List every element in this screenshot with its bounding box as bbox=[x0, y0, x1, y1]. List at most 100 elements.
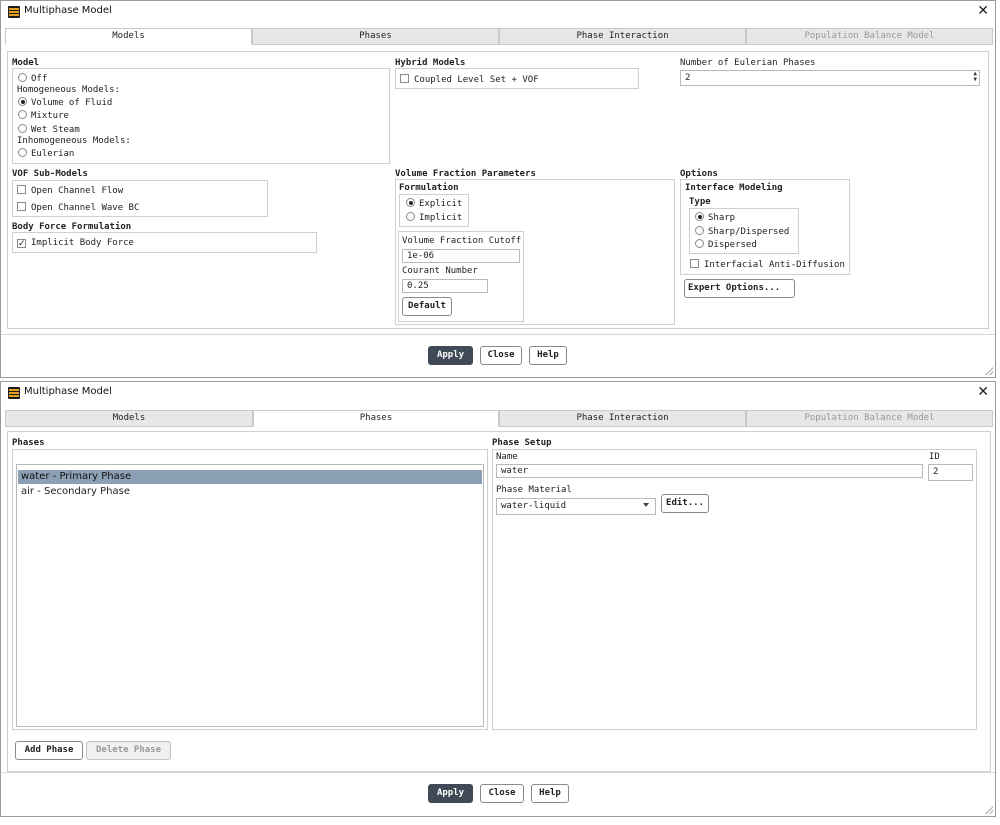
sharp-radio[interactable]: Sharp bbox=[695, 212, 735, 223]
radio-icon bbox=[18, 148, 27, 157]
phases-heading: Phases bbox=[12, 438, 45, 448]
tab-bar: Models Phases Phase Interaction Populati… bbox=[5, 28, 993, 45]
radio-selected-icon bbox=[18, 97, 27, 106]
inhomogeneous-heading: Inhomogeneous Models: bbox=[17, 136, 131, 146]
homogeneous-heading: Homogeneous Models: bbox=[17, 85, 120, 95]
checkbox-icon bbox=[400, 74, 409, 83]
name-input[interactable]: water bbox=[496, 464, 923, 478]
dispersed-radio[interactable]: Dispersed bbox=[695, 239, 757, 250]
anti-diffusion-label: Interfacial Anti-Diffusion bbox=[704, 260, 845, 270]
radio-icon bbox=[18, 73, 27, 82]
type-heading: Type bbox=[689, 197, 711, 207]
close-icon[interactable]: ✕ bbox=[977, 3, 989, 19]
spinner-arrows-icon[interactable]: ▲ ▼ bbox=[973, 71, 977, 83]
list-item[interactable]: water - Primary Phase bbox=[18, 470, 482, 484]
tab-phases[interactable]: Phases bbox=[253, 410, 499, 427]
help-button[interactable]: Help bbox=[531, 784, 569, 803]
resize-grip-icon[interactable] bbox=[985, 367, 993, 375]
radio-icon bbox=[695, 226, 704, 235]
help-button[interactable]: Help bbox=[529, 346, 567, 365]
vfp-heading: Volume Fraction Parameters bbox=[395, 169, 536, 179]
explicit-label: Explicit bbox=[419, 199, 463, 209]
cutoff-label: Volume Fraction Cutoff bbox=[402, 236, 522, 246]
open-channel-flow-label: Open Channel Flow bbox=[31, 186, 124, 196]
phase-list[interactable]: water - Primary Phase air - Secondary Ph… bbox=[16, 464, 484, 727]
multiphase-dialog-models: Multiphase Model ✕ Models Phases Phase I… bbox=[0, 0, 996, 378]
model-vof-radio[interactable]: Volume of Fluid bbox=[18, 97, 112, 108]
formulation-heading: Formulation bbox=[399, 183, 459, 193]
explicit-radio[interactable]: Explicit bbox=[406, 198, 462, 209]
tab-models[interactable]: Models bbox=[5, 28, 252, 45]
implicit-body-force-checkbox[interactable]: ✓ Implicit Body Force bbox=[17, 238, 134, 249]
phase-material-select[interactable]: water-liquid bbox=[496, 498, 656, 515]
list-item[interactable]: air - Secondary Phase bbox=[18, 485, 482, 499]
coupled-level-set-label: Coupled Level Set + VOF bbox=[414, 75, 539, 85]
dropdown-arrow-icon bbox=[643, 503, 649, 507]
model-off-radio[interactable]: Off bbox=[18, 73, 47, 84]
cutoff-input[interactable]: 1e-06 bbox=[402, 249, 520, 263]
radio-icon bbox=[18, 124, 27, 133]
phase-setup-heading: Phase Setup bbox=[492, 438, 552, 448]
close-button[interactable]: Close bbox=[480, 784, 524, 803]
id-input[interactable]: 2 bbox=[928, 464, 973, 481]
radio-icon bbox=[18, 110, 27, 119]
resize-grip-icon[interactable] bbox=[985, 806, 993, 814]
add-phase-button[interactable]: Add Phase bbox=[15, 741, 83, 760]
anti-diffusion-checkbox[interactable]: Interfacial Anti-Diffusion bbox=[690, 259, 845, 270]
default-button[interactable]: Default bbox=[402, 297, 452, 316]
close-icon[interactable]: ✕ bbox=[977, 384, 989, 400]
coupled-level-set-checkbox[interactable]: Coupled Level Set + VOF bbox=[400, 74, 539, 85]
multiphase-dialog-phases: Multiphase Model ✕ Models Phases Phase I… bbox=[0, 381, 996, 817]
courant-input[interactable]: 0.25 bbox=[402, 279, 488, 293]
tab-population-balance-model: Population Balance Model bbox=[746, 410, 993, 427]
radio-selected-icon bbox=[406, 198, 415, 207]
open-channel-wave-bc-checkbox[interactable]: Open Channel Wave BC bbox=[17, 202, 139, 213]
name-label: Name bbox=[496, 452, 518, 462]
title-bar: Multiphase Model ✕ bbox=[1, 1, 995, 23]
open-channel-flow-checkbox[interactable]: Open Channel Flow bbox=[17, 185, 123, 196]
edit-material-button[interactable]: Edit... bbox=[661, 494, 709, 513]
model-eulerian-label: Eulerian bbox=[31, 149, 75, 159]
model-vof-label: Volume of Fluid bbox=[31, 98, 113, 108]
vof-submodels-heading: VOF Sub-Models bbox=[12, 169, 88, 179]
radio-selected-icon bbox=[695, 212, 704, 221]
open-channel-wave-bc-label: Open Channel Wave BC bbox=[31, 203, 140, 213]
model-mixture-radio[interactable]: Mixture bbox=[18, 110, 69, 121]
phase-material-value: water-liquid bbox=[501, 501, 567, 511]
sharp-dispersed-label: Sharp/Dispersed bbox=[708, 227, 790, 237]
courant-label: Courant Number bbox=[402, 266, 478, 276]
window-title: Multiphase Model bbox=[24, 386, 112, 397]
model-wet-steam-label: Wet Steam bbox=[31, 125, 80, 135]
checkbox-icon bbox=[17, 202, 26, 211]
interface-modeling-heading: Interface Modeling bbox=[685, 183, 783, 193]
tab-phase-interaction[interactable]: Phase Interaction bbox=[499, 28, 746, 45]
body-force-heading: Body Force Formulation bbox=[12, 222, 132, 232]
checkbox-icon bbox=[690, 259, 699, 268]
footer-separator bbox=[1, 772, 995, 773]
apply-button[interactable]: Apply bbox=[428, 346, 473, 365]
implicit-radio[interactable]: Implicit bbox=[406, 212, 462, 223]
tab-phases[interactable]: Phases bbox=[252, 28, 499, 45]
sharp-label: Sharp bbox=[708, 213, 736, 223]
eulerian-phases-value: 2 bbox=[685, 73, 691, 83]
model-wet-steam-radio[interactable]: Wet Steam bbox=[18, 124, 80, 135]
model-eulerian-radio[interactable]: Eulerian bbox=[18, 148, 74, 159]
model-mixture-label: Mixture bbox=[31, 111, 69, 121]
tab-models[interactable]: Models bbox=[5, 410, 253, 427]
window-title: Multiphase Model bbox=[24, 5, 112, 16]
tab-phase-interaction[interactable]: Phase Interaction bbox=[499, 410, 746, 427]
apply-button[interactable]: Apply bbox=[428, 784, 473, 803]
eulerian-phases-spinner[interactable]: 2 ▲ ▼ bbox=[680, 70, 980, 86]
checkbox-icon bbox=[17, 185, 26, 194]
eulerian-phases-label: Number of Eulerian Phases bbox=[680, 58, 816, 68]
implicit-body-force-label: Implicit Body Force bbox=[31, 238, 134, 248]
tab-population-balance-model: Population Balance Model bbox=[746, 28, 993, 45]
expert-options-button[interactable]: Expert Options... bbox=[684, 279, 795, 298]
footer-separator bbox=[1, 334, 995, 335]
radio-icon bbox=[406, 212, 415, 221]
phase-material-label: Phase Material bbox=[496, 485, 572, 495]
sharp-dispersed-radio[interactable]: Sharp/Dispersed bbox=[695, 226, 789, 237]
close-button[interactable]: Close bbox=[480, 346, 522, 365]
implicit-label: Implicit bbox=[419, 213, 463, 223]
model-heading: Model bbox=[12, 58, 40, 68]
